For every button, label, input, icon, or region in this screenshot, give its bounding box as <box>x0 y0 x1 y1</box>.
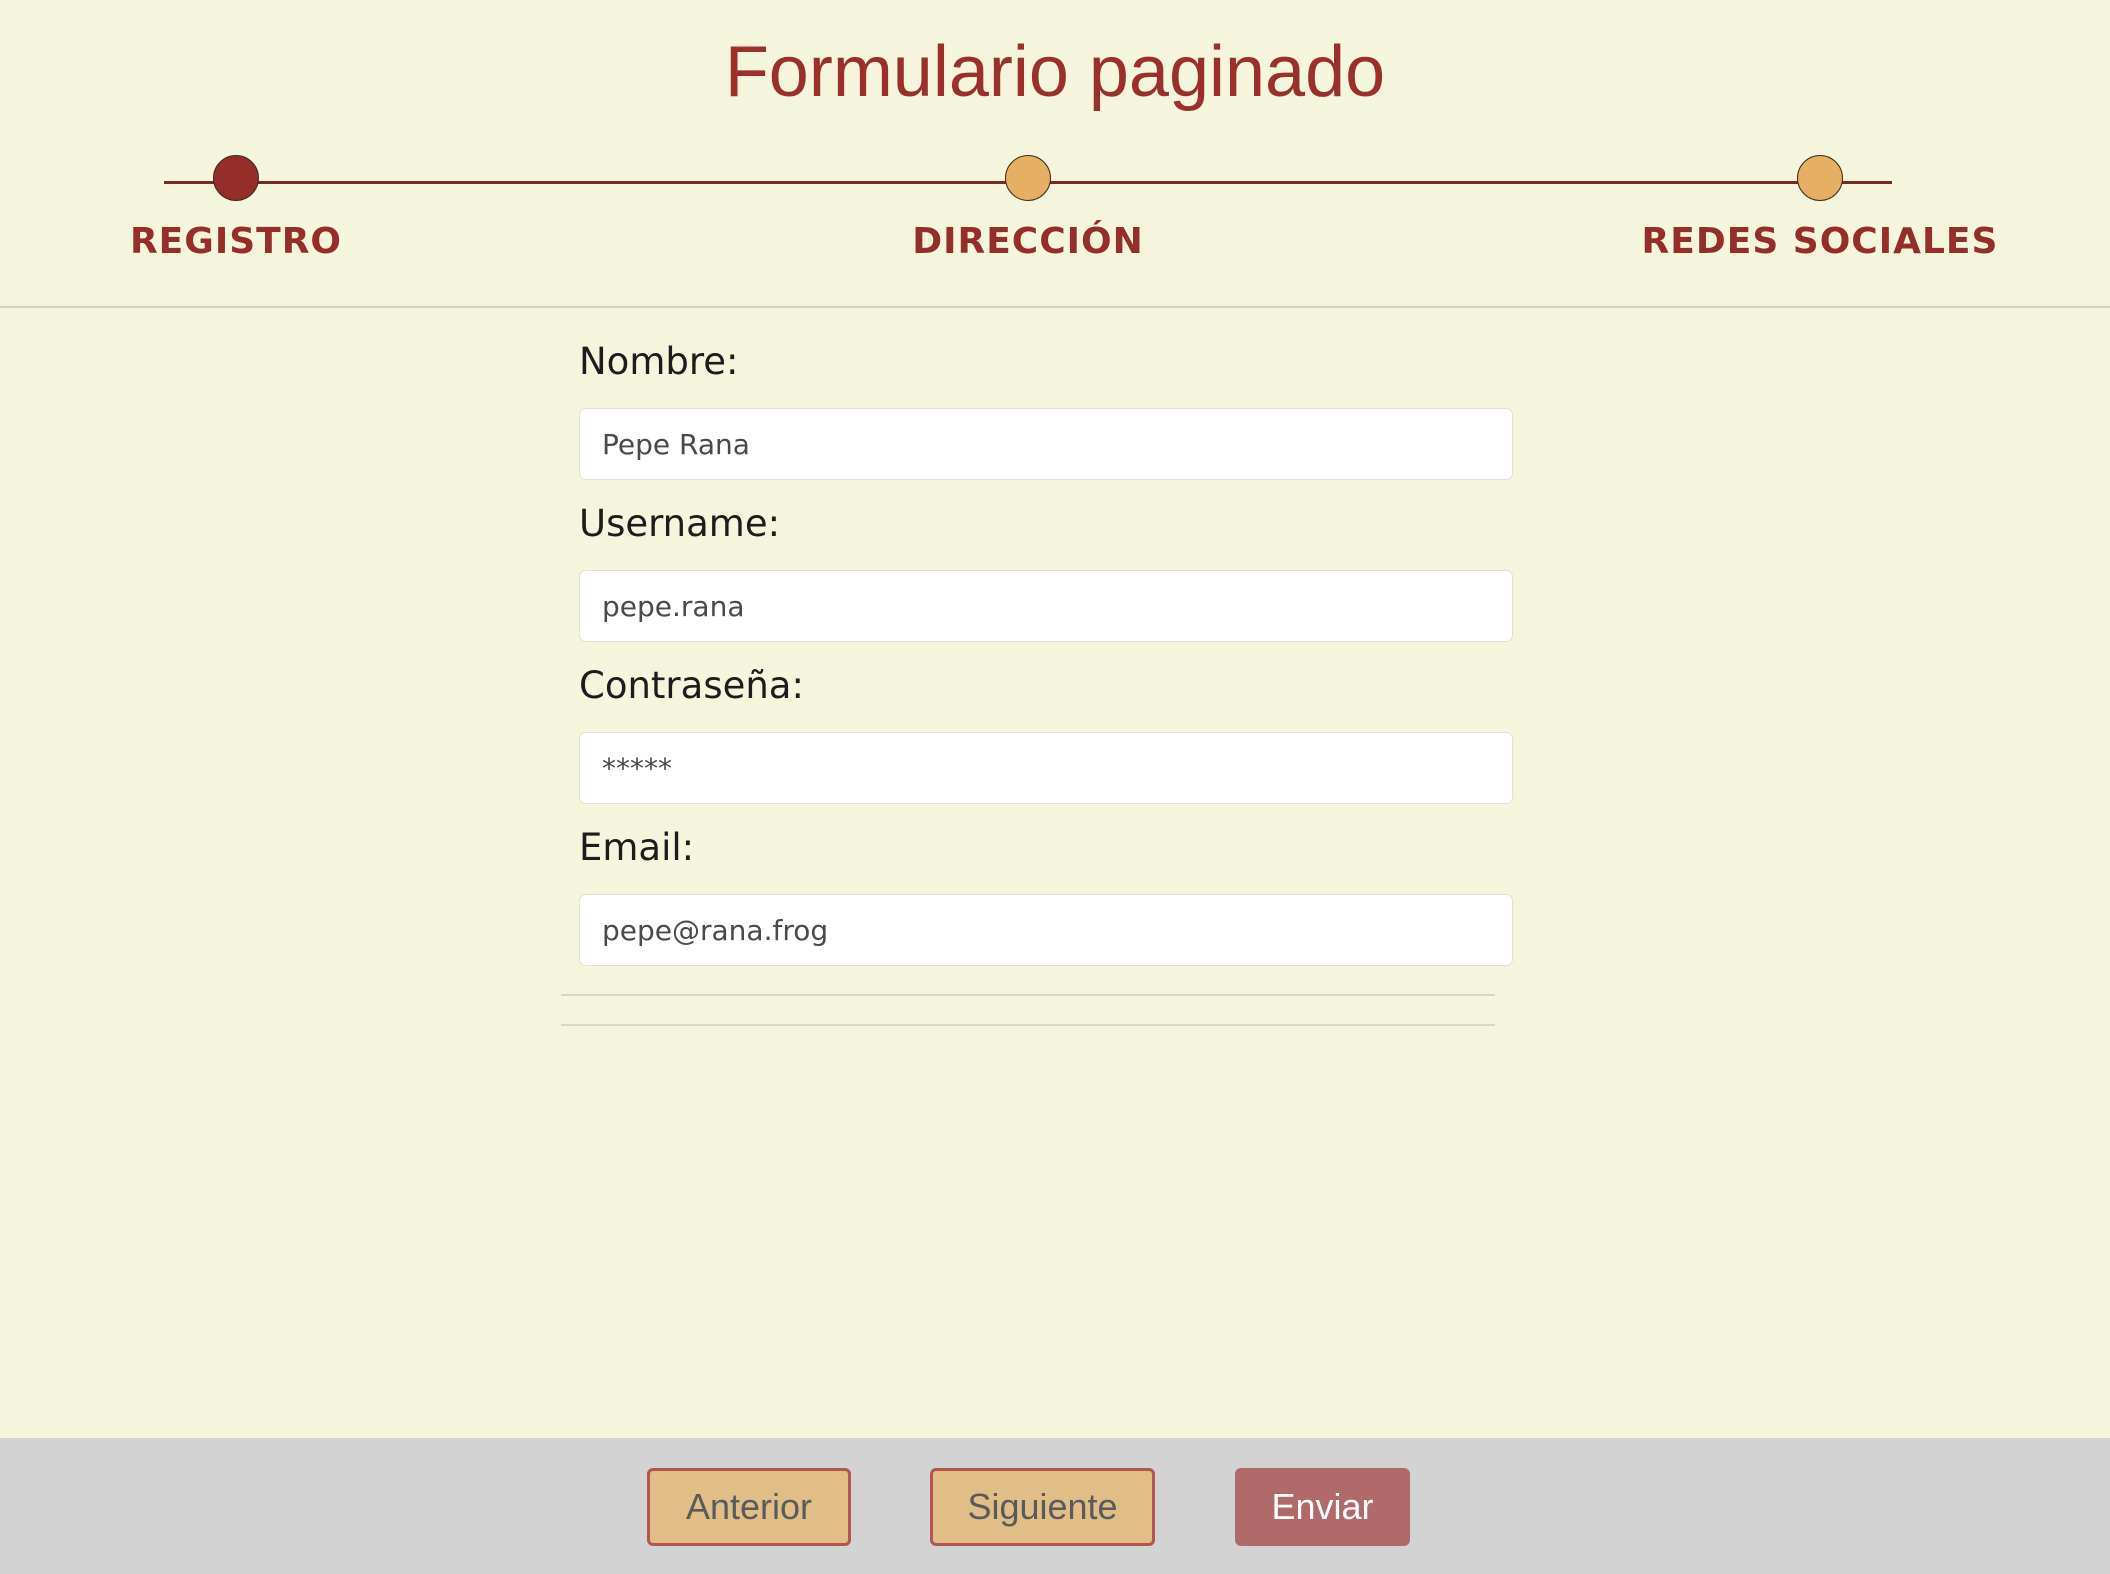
email-input[interactable] <box>579 894 1513 966</box>
nombre-input[interactable] <box>579 408 1513 480</box>
password-input[interactable] <box>579 732 1513 804</box>
footer-bar: Anterior Siguiente Enviar <box>0 1438 2110 1574</box>
nombre-label: Nombre: <box>579 340 739 383</box>
step-direccion-label[interactable]: DIRECCIÓN <box>778 221 1278 262</box>
form-divider-top <box>561 994 1495 996</box>
next-button[interactable]: Siguiente <box>930 1468 1155 1546</box>
username-label: Username: <box>579 502 781 545</box>
header-divider <box>0 306 2110 308</box>
email-label: Email: <box>579 826 695 869</box>
form-divider-bottom <box>561 1024 1495 1026</box>
step-registro-dot[interactable] <box>213 155 259 201</box>
password-label: Contraseña: <box>579 664 804 707</box>
step-redes-sociales-dot[interactable] <box>1797 155 1843 201</box>
step-direccion-dot[interactable] <box>1005 155 1051 201</box>
page-title: Formulario paginado <box>724 32 1386 112</box>
submit-button[interactable]: Enviar <box>1235 1468 1410 1546</box>
step-redes-sociales-label[interactable]: REDES SOCIALES <box>1570 221 2070 262</box>
step-registro-label[interactable]: REGISTRO <box>0 221 486 262</box>
username-input[interactable] <box>579 570 1513 642</box>
previous-button[interactable]: Anterior <box>647 1468 851 1546</box>
